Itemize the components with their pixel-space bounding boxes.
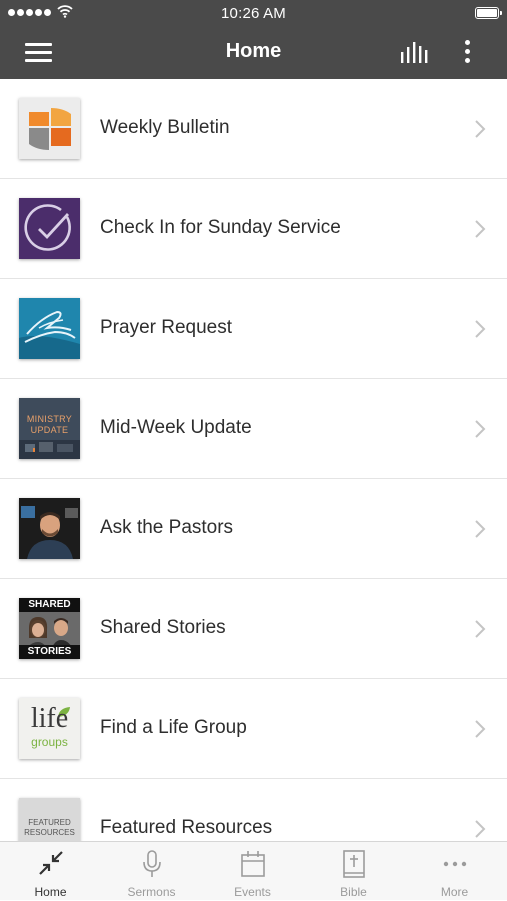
list-item-weekly-bulletin[interactable]: Weekly Bulletin — [0, 79, 507, 179]
list-item-label: Find a Life Group — [100, 717, 247, 738]
bulletin-thumbnail — [19, 98, 80, 159]
page-title: Home — [225, 40, 282, 62]
more-options-icon[interactable] — [458, 39, 478, 65]
list-item-featured-resources[interactable]: FEATURED RESOURCES Featured Resources — [0, 779, 507, 841]
chevron-right-icon — [475, 720, 486, 738]
list-item-label: Weekly Bulletin — [100, 117, 230, 138]
battery-icon — [475, 7, 502, 19]
tab-more[interactable]: More — [404, 842, 505, 901]
check-in-thumbnail — [19, 198, 80, 259]
list-item-label: Featured Resources — [100, 817, 273, 838]
shared-stories-thumbnail: SHARED STORIES — [19, 598, 80, 659]
list-item-mid-week-update[interactable]: MINISTRY UPDATE Mid-Week Update — [0, 379, 507, 479]
calendar-icon — [240, 851, 265, 877]
bottom-tab-bar: Home Sermons Events Bible More — [0, 841, 507, 900]
chevron-right-icon — [475, 420, 486, 438]
navigation-bar: Home — [0, 26, 507, 79]
status-bar: 10:26 AM — [0, 0, 507, 26]
chevron-right-icon — [475, 820, 486, 838]
list-item-label: Prayer Request — [100, 317, 233, 338]
thumbnail-caption: SHARED — [19, 598, 80, 612]
tab-sermons[interactable]: Sermons — [101, 842, 202, 901]
list-item-shared-stories[interactable]: SHARED STORIES Shared Stories — [0, 579, 507, 679]
pastor-photo-thumbnail — [19, 498, 80, 559]
tab-label: Home — [34, 885, 67, 899]
tab-home[interactable]: Home — [0, 842, 101, 901]
list-item-check-in[interactable]: Check In for Sunday Service — [0, 179, 507, 279]
tab-events[interactable]: Events — [202, 842, 303, 901]
chevron-right-icon — [475, 620, 486, 638]
praying-hands-thumbnail — [19, 298, 80, 359]
chevron-right-icon — [475, 120, 486, 138]
thumbnail-caption: MINISTRY UPDATE — [26, 414, 73, 435]
chevron-right-icon — [475, 220, 486, 238]
audio-bars-icon[interactable] — [400, 40, 430, 64]
list-item-label: Check In for Sunday Service — [100, 217, 341, 238]
tab-label: Bible — [340, 885, 367, 899]
chevron-right-icon — [475, 520, 486, 538]
list-item-label: Shared Stories — [100, 617, 226, 638]
thumbnail-caption: life — [30, 703, 69, 734]
tab-label: More — [440, 885, 469, 899]
list-item-prayer-request[interactable]: Prayer Request — [0, 279, 507, 379]
collapse-arrows-icon — [38, 851, 63, 875]
tab-label: Events — [234, 885, 271, 899]
home-list: Weekly Bulletin Check In for Sunday Serv… — [0, 79, 507, 841]
ministry-update-thumbnail: MINISTRY UPDATE — [19, 398, 80, 459]
more-dots-icon — [443, 861, 466, 867]
bible-icon — [342, 850, 365, 878]
list-item-ask-the-pastors[interactable]: Ask the Pastors — [0, 479, 507, 579]
featured-resources-thumbnail: FEATURED RESOURCES — [19, 798, 80, 841]
thumbnail-caption: FEATURED RESOURCES — [24, 818, 75, 837]
list-item-find-a-life-group[interactable]: life groups Find a Life Group — [0, 679, 507, 779]
life-groups-logo-thumbnail: life groups — [19, 698, 80, 759]
thumbnail-caption: groups — [31, 735, 68, 749]
list-item-label: Ask the Pastors — [100, 517, 234, 538]
chevron-right-icon — [475, 320, 486, 338]
tab-bible[interactable]: Bible — [303, 842, 404, 901]
status-time: 10:26 AM — [221, 5, 286, 22]
list-item-label: Mid-Week Update — [100, 417, 252, 438]
microphone-icon — [142, 850, 161, 877]
thumbnail-caption: STORIES — [19, 645, 80, 659]
tab-label: Sermons — [127, 885, 176, 899]
